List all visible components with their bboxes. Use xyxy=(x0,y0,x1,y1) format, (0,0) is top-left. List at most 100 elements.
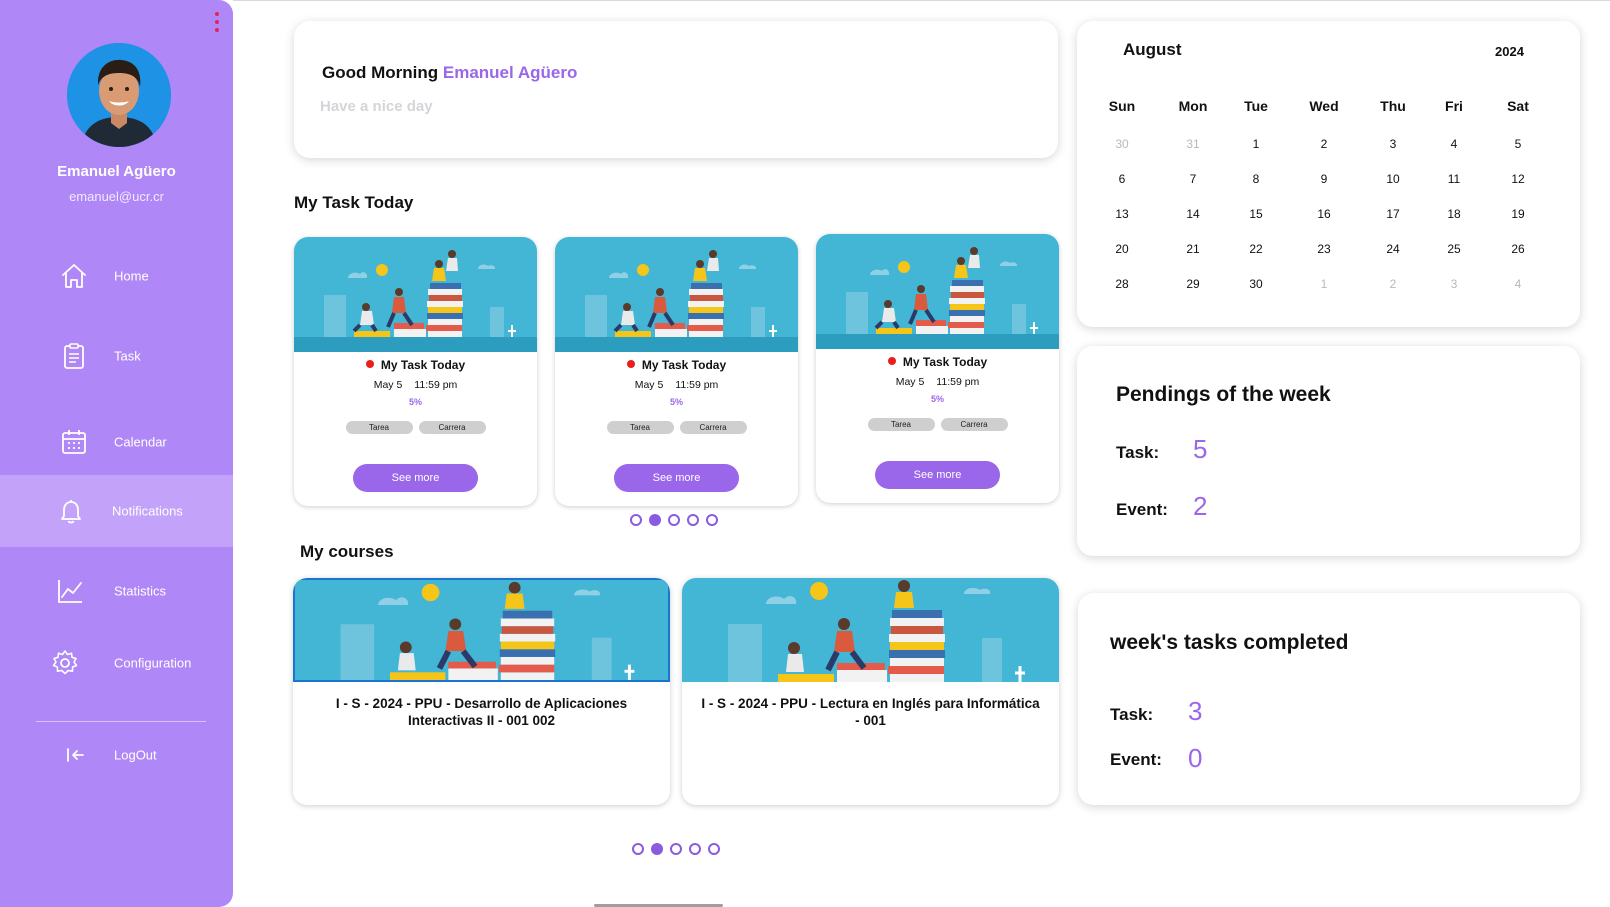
pendings-task-label: Task: xyxy=(1116,443,1160,462)
calendar-day[interactable]: 23 xyxy=(1294,242,1354,256)
tag-chip: Carrera xyxy=(418,421,486,434)
completed-card: week's tasks completed Task: 3 Event: 0 xyxy=(1078,593,1580,805)
calendar-day[interactable]: 2 xyxy=(1294,137,1354,151)
sidebar-item-task[interactable]: Task xyxy=(0,320,233,392)
pagination-dot[interactable] xyxy=(708,843,720,855)
weekday-header: Wed xyxy=(1309,98,1339,114)
calendar-day-outside[interactable]: 2 xyxy=(1363,277,1423,291)
calendar-day[interactable]: 7 xyxy=(1163,172,1223,186)
calendar-day[interactable]: 22 xyxy=(1226,242,1286,256)
calendar-day[interactable]: 24 xyxy=(1363,242,1423,256)
see-more-button[interactable]: See more xyxy=(875,461,1000,489)
course-card[interactable]: I - S - 2024 - PPU - Desarrollo de Aplic… xyxy=(293,578,670,805)
task-progress: 5% xyxy=(669,397,683,407)
task-title: My Task Today xyxy=(294,358,537,372)
pendings-task-value: 5 xyxy=(1193,434,1208,464)
calendar-day[interactable]: 15 xyxy=(1226,207,1286,221)
calendar-day[interactable]: 3 xyxy=(1363,137,1423,151)
calendar-day[interactable]: 1 xyxy=(1226,137,1286,151)
calendar-day[interactable]: 26 xyxy=(1488,242,1548,256)
task-card: My Task Today May 5 11:59 pm 5% Tarea Car… xyxy=(816,234,1059,503)
sidebar-item-configuration[interactable]: Configuration xyxy=(0,627,233,699)
pagination-dot[interactable] xyxy=(706,514,718,526)
calendar-day[interactable]: 29 xyxy=(1163,277,1223,291)
sidebar-item-home[interactable]: Home xyxy=(0,240,233,312)
see-more-button[interactable]: See more xyxy=(353,464,478,492)
calendar-day[interactable]: 17 xyxy=(1363,207,1423,221)
sidebar-item-statistics[interactable]: Statistics xyxy=(0,555,233,627)
task-tags: Tarea Carrera xyxy=(816,418,1059,431)
calendar-day-outside[interactable]: 30 xyxy=(1092,137,1152,151)
completed-event-label: Event: xyxy=(1110,750,1162,769)
calendar-day[interactable]: 11 xyxy=(1424,172,1484,186)
task-progress: 5% xyxy=(408,397,422,407)
pagination-dot-active[interactable] xyxy=(651,843,663,855)
clipboard-icon xyxy=(60,342,88,370)
pagination-dot[interactable] xyxy=(668,514,680,526)
task-time: 11:59 pm xyxy=(414,379,458,391)
sidebar-item-calendar[interactable]: Calendar xyxy=(0,406,233,478)
pagination-dot[interactable] xyxy=(632,843,644,855)
tag-chip: Tarea xyxy=(867,418,935,431)
greeting-card: Good Morning Emanuel Agüero Have a nice … xyxy=(294,21,1058,158)
calendar-day[interactable]: 12 xyxy=(1488,172,1548,186)
calendar-day[interactable]: 28 xyxy=(1092,277,1152,291)
calendar-day[interactable]: 16 xyxy=(1294,207,1354,221)
pagination-dot[interactable] xyxy=(670,843,682,855)
courses-pagination xyxy=(632,843,720,855)
weekday-header: Mon xyxy=(1178,98,1208,114)
pendings-event-value: 2 xyxy=(1193,491,1208,521)
calendar-day[interactable]: 9 xyxy=(1294,172,1354,186)
task-illustration xyxy=(816,234,1059,349)
calendar-day[interactable]: 6 xyxy=(1092,172,1152,186)
pagination-dot[interactable] xyxy=(689,843,701,855)
user-name: Emanuel Agüero xyxy=(57,163,176,180)
home-icon xyxy=(60,262,88,290)
task-due: May 5 11:59 pm xyxy=(816,376,1059,388)
calendar-day[interactable]: 8 xyxy=(1226,172,1286,186)
sidebar-item-label: Configuration xyxy=(114,655,192,671)
completed-task-value: 3 xyxy=(1188,696,1203,726)
pagination-dot[interactable] xyxy=(630,514,642,526)
tasks-section-title: My Task Today xyxy=(294,193,414,212)
more-options-icon[interactable] xyxy=(214,12,220,32)
pagination-dot-active[interactable] xyxy=(649,514,661,526)
calendar-day[interactable]: 25 xyxy=(1424,242,1484,256)
pagination-dot[interactable] xyxy=(687,514,699,526)
task-title: My Task Today xyxy=(816,355,1059,369)
task-title: My Task Today xyxy=(555,358,798,372)
calendar-day-outside[interactable]: 1 xyxy=(1294,277,1354,291)
course-card[interactable]: I - S - 2024 - PPU - Lectura en Inglés p… xyxy=(682,578,1059,805)
calendar-day-outside[interactable]: 4 xyxy=(1488,277,1548,291)
calendar-day[interactable]: 4 xyxy=(1424,137,1484,151)
calendar-day[interactable]: 20 xyxy=(1092,242,1152,256)
sidebar-item-label: Calendar xyxy=(114,434,167,450)
sidebar-item-notifications[interactable]: Notifications xyxy=(0,475,233,547)
calendar-day[interactable]: 21 xyxy=(1163,242,1223,256)
calendar-day[interactable]: 30 xyxy=(1226,277,1286,291)
course-title: I - S - 2024 - PPU - Desarrollo de Aplic… xyxy=(335,696,628,728)
task-time: 11:59 pm xyxy=(936,376,980,388)
chart-line-icon xyxy=(56,577,84,605)
completed-task-label: Task: xyxy=(1110,705,1154,724)
logout-icon xyxy=(62,741,90,769)
tag-chip: Tarea xyxy=(606,421,674,434)
calendar-day-outside[interactable]: 31 xyxy=(1163,137,1223,151)
calendar-day[interactable]: 13 xyxy=(1092,207,1152,221)
calendar-day[interactable]: 10 xyxy=(1363,172,1423,186)
calendar-day-outside[interactable]: 3 xyxy=(1424,277,1484,291)
tag-chip: Tarea xyxy=(345,421,413,434)
task-card: My Task Today May 5 11:59 pm 5% Tarea Car… xyxy=(555,237,798,506)
see-more-button[interactable]: See more xyxy=(614,464,739,492)
task-title-text: My Task Today xyxy=(380,358,466,372)
top-divider xyxy=(233,0,1610,1)
calendar-day[interactable]: 14 xyxy=(1163,207,1223,221)
calendar-day[interactable]: 19 xyxy=(1488,207,1548,221)
gear-icon xyxy=(51,649,79,677)
calendar-day[interactable]: 5 xyxy=(1488,137,1548,151)
courses-section-title: My courses xyxy=(300,542,394,561)
sidebar-item-logout[interactable]: LogOut xyxy=(0,719,233,791)
sidebar: Emanuel Agüero emanuel@ucr.cr Home Task … xyxy=(0,0,233,907)
calendar-day[interactable]: 18 xyxy=(1424,207,1484,221)
task-time: 11:59 pm xyxy=(675,379,719,391)
